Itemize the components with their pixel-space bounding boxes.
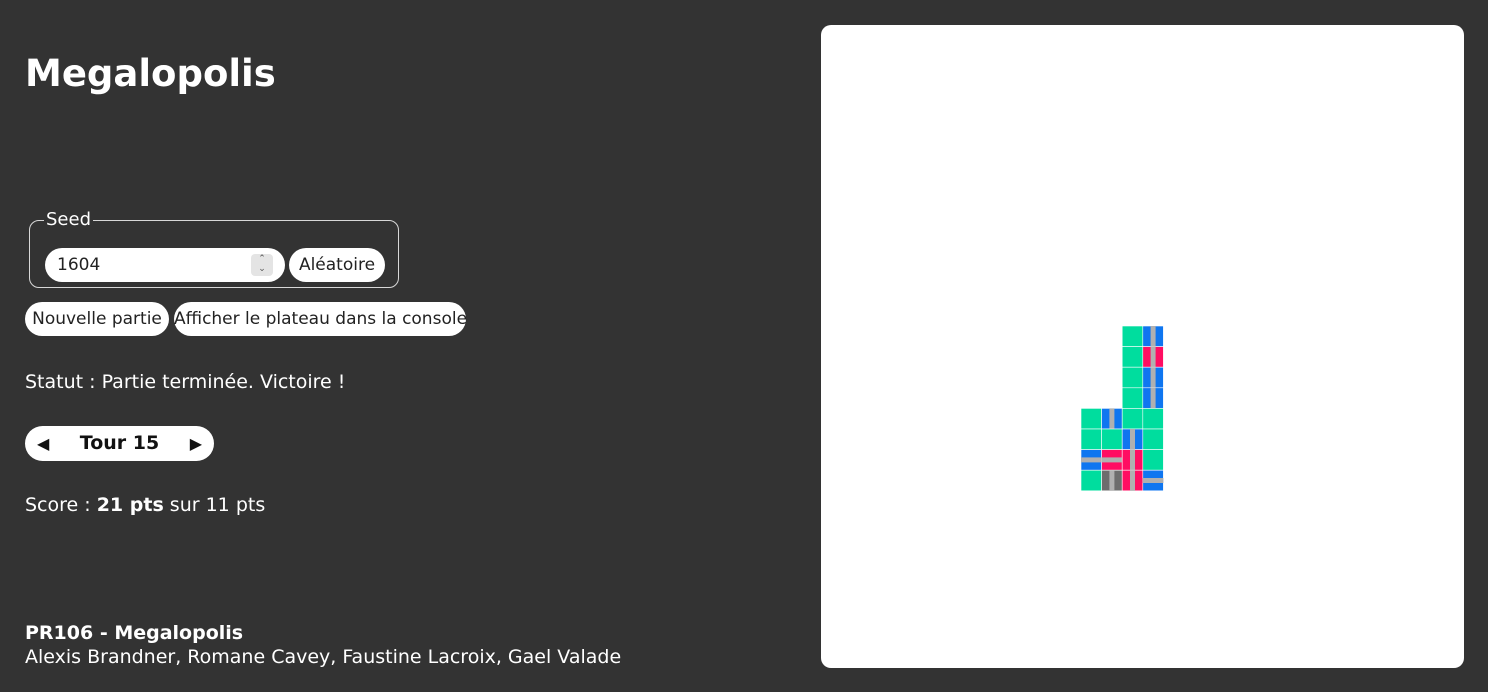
road-segment: [1142, 478, 1164, 483]
page-title: Megalopolis: [25, 52, 276, 95]
board-tile-park: [1080, 469, 1102, 492]
print-board-console-button[interactable]: Afficher le plateau dans la console: [174, 302, 467, 336]
board-tile-park: [1142, 449, 1164, 471]
game-board: [821, 25, 1464, 668]
road-segment: [1081, 457, 1102, 463]
score: Score : 21 pts sur 11 pts: [25, 491, 265, 519]
game-status: Statut : Partie terminée. Victoire !: [25, 371, 346, 393]
turn-label: Tour 15: [79, 432, 160, 454]
board-tile-park: [1121, 408, 1144, 430]
seed-value: 1604: [57, 255, 101, 275]
road-segment: [1130, 470, 1135, 491]
board-tile-park: [1080, 408, 1102, 430]
new-game-button[interactable]: Nouvelle partie: [25, 302, 169, 336]
board-tile-park: [1121, 325, 1144, 347]
seed-input[interactable]: 1604 ⌃ ⌄: [45, 248, 285, 282]
score-suffix: sur 11 pts: [163, 494, 266, 516]
board-tile-park: [1121, 387, 1144, 409]
board-tile-park: [1142, 428, 1164, 450]
score-value: 21 pts: [96, 494, 164, 516]
road-segment: [1150, 387, 1156, 409]
board-tile-park: [1121, 366, 1144, 389]
road-segment: [1150, 326, 1156, 347]
board-tile-park: [1101, 428, 1123, 450]
road-segment: [1101, 457, 1123, 463]
seed-fieldset: Seed 1604 ⌃ ⌄ Aléatoire: [29, 210, 399, 288]
road-segment: [1109, 408, 1115, 429]
spinner-arrows-icon[interactable]: ⌃ ⌄: [251, 254, 273, 276]
turn-navigator: ◀ Tour 15 ▶: [25, 426, 214, 461]
road-segment: [1130, 449, 1135, 471]
footer-title: PR106 - Megalopolis: [25, 622, 244, 644]
board-tile-park: [1142, 408, 1164, 430]
score-prefix: Score :: [25, 494, 97, 516]
board-tile-park: [1121, 346, 1144, 368]
board-tile-park: [1080, 428, 1102, 450]
next-turn-icon[interactable]: ▶: [190, 426, 202, 461]
seed-legend: Seed: [46, 209, 91, 230]
road-segment: [1130, 429, 1135, 450]
board-canvas: [1080, 325, 1164, 492]
random-seed-button[interactable]: Aléatoire: [289, 248, 385, 282]
road-segment: [1150, 346, 1156, 368]
road-segment: [1109, 470, 1115, 491]
footer-authors: Alexis Brandner, Romane Cavey, Faustine …: [25, 646, 622, 668]
control-panel: Megalopolis Seed 1604 ⌃ ⌄ Aléatoire Nouve…: [25, 0, 785, 692]
road-segment: [1150, 367, 1156, 388]
